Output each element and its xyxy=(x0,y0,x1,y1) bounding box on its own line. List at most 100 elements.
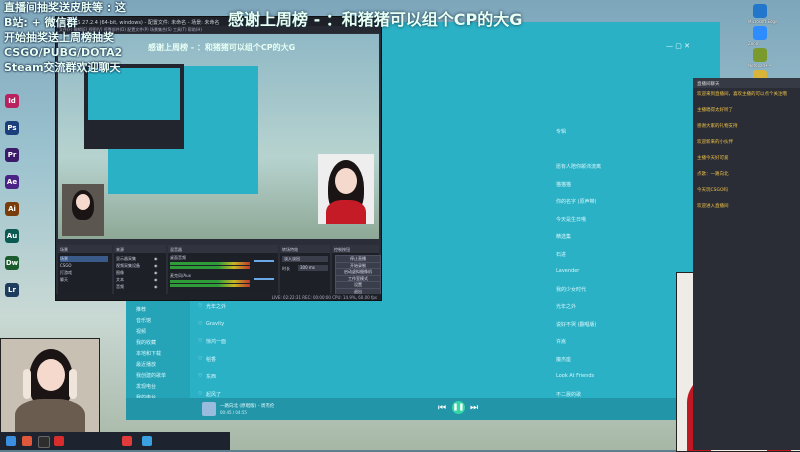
taskbar-app-icon[interactable] xyxy=(22,436,32,446)
play-pause-button[interactable]: ❚❚ xyxy=(452,401,465,414)
source-item[interactable]: 显示器采集 xyxy=(116,256,136,262)
source-item[interactable]: 音频 xyxy=(116,284,124,290)
mixer-dock-header: 混音器 xyxy=(168,245,278,253)
mic-volume-slider[interactable] xyxy=(254,278,274,280)
mixer-title: 混音器 xyxy=(170,247,182,252)
controls-dock: 控制按钮 停止直播 开始录制 启动虚拟摄像机 工作室模式 设置 退出 xyxy=(332,245,381,296)
song-row[interactable]: 稻香 魔杰座 ♡ xyxy=(198,350,706,369)
window-controls[interactable]: — ▢ ✕ xyxy=(666,42,690,50)
transitions-dock-header: 转场特效 xyxy=(280,245,330,253)
dreamweaver-icon[interactable]: Dw xyxy=(5,256,19,270)
edge-icon[interactable] xyxy=(753,4,767,18)
prev-track-icon[interactable]: ⏮ xyxy=(438,403,446,413)
scene-item[interactable]: CSGO xyxy=(60,263,72,268)
taskbar xyxy=(0,432,230,450)
heart-icon[interactable]: ♡ xyxy=(198,356,202,362)
chat-message: 点歌：一路向北 xyxy=(697,172,729,177)
song-row[interactable]: Gravity 说好不哭 (翻唱版) ♡ xyxy=(198,315,706,334)
source-item[interactable]: 文本 xyxy=(116,277,124,283)
song-row[interactable]: 惊鸿一面 许嵩 ♡ xyxy=(198,332,706,351)
audition-icon[interactable]: Au xyxy=(5,229,19,243)
illustrator-icon[interactable]: Ai xyxy=(5,202,19,216)
notepad-icon[interactable] xyxy=(753,48,767,62)
adobe-express-icon[interactable]: Ae xyxy=(5,175,19,189)
sidebar-item-1[interactable]: 音乐馆 xyxy=(136,317,151,324)
scene-item[interactable]: 聊天 xyxy=(60,277,68,283)
sidebar-item-5[interactable]: 最近播放 xyxy=(136,361,156,368)
song-album: 魔杰座 xyxy=(556,356,572,363)
sidebar-item-6[interactable]: 我创建的歌单 xyxy=(136,372,166,379)
heart-icon[interactable]: ♡ xyxy=(198,321,202,327)
eye-icon[interactable]: ◉ xyxy=(154,263,158,268)
song-album: Lavender xyxy=(556,268,580,274)
song-album: 猫猫猫 xyxy=(556,181,572,188)
sidebar-item-7[interactable]: 发现电台 xyxy=(136,383,156,390)
banner-text: 感谢上周榜 - ：和猪猪可以组个CP的大G xyxy=(228,10,523,29)
transition-duration-label: 时长 xyxy=(282,266,290,271)
audio-mixer-dock: 混音器 桌面音频 麦克风/Aux xyxy=(168,245,278,295)
eye-icon[interactable]: ◉ xyxy=(154,256,158,261)
song-album: 许嵩 xyxy=(556,339,567,345)
desktop-audio-meter-2 xyxy=(170,266,250,269)
chat-header: 直播间聊天 xyxy=(693,78,800,88)
source-item[interactable]: 视频采集设备 xyxy=(116,263,140,269)
song-album: 我的少女时代 xyxy=(556,286,587,293)
chat-message: 今天玩CSGO吗 xyxy=(697,188,729,193)
sidebar-item-3[interactable]: 我的收藏 xyxy=(136,339,156,346)
chat-message: 感谢大家的礼物支持 xyxy=(697,124,738,129)
song-album: 你的名字 (原声带) xyxy=(556,199,597,205)
sidebar-item-2[interactable]: 视频 xyxy=(136,328,146,335)
eye-icon[interactable]: ◉ xyxy=(154,284,158,289)
chat-panel[interactable]: 直播间聊天 欢迎来到直播间，喜欢主播的可以点个关注哦 主播唱得太好听了 感谢大家的礼… xyxy=(693,78,800,450)
stream-info-overlay: 直播间抽奖送皮肤等 : 这 B站: + 微信群 开始抽奖送上周榜抽奖 CSGO/PUB… xyxy=(4,0,126,75)
song-title: 光年之外 xyxy=(206,304,227,310)
heart-icon[interactable]: ♡ xyxy=(198,338,202,344)
song-title: 东西 xyxy=(206,374,217,380)
obs-statusbar: LIVE: 02:22:31 REC: 00:00:00 CPU: 14.9%,… xyxy=(56,294,381,300)
sources-dock-header: 来源 xyxy=(114,245,166,253)
scenes-title: 场景 xyxy=(60,247,68,252)
preview-banner-text: 感谢上周榜 - ：和猪猪可以组个CP的大G xyxy=(148,43,296,52)
netease-taskbar-icon[interactable] xyxy=(122,436,132,446)
heart-icon[interactable]: ♡ xyxy=(198,391,202,397)
song-album: 不二晨的歌 xyxy=(556,391,582,398)
next-track-icon[interactable]: ⏭ xyxy=(470,403,478,413)
song-album: 愿有人陪你颠沛流离 xyxy=(556,164,602,170)
sidebar-item-0[interactable]: 推荐 xyxy=(136,306,146,313)
eye-icon[interactable]: ◉ xyxy=(154,270,158,275)
music-taskbar-icon[interactable] xyxy=(54,436,64,446)
song-album: 专辑 xyxy=(556,129,567,135)
chat-message: 主播今天好可爱 xyxy=(697,156,729,161)
transition-select[interactable]: 淡入淡出 xyxy=(282,256,328,262)
photoshop-icon[interactable]: Ps xyxy=(5,121,19,135)
preview-webcam xyxy=(318,154,374,224)
premiere-icon[interactable]: Pr xyxy=(5,148,19,162)
source-item[interactable]: 图像 xyxy=(116,270,124,276)
song-row[interactable]: 东西 Look At Friends ♡ xyxy=(198,367,706,386)
lightroom-icon[interactable]: Lr xyxy=(5,283,19,297)
eye-icon[interactable]: ◉ xyxy=(154,277,158,282)
qq-taskbar-icon[interactable] xyxy=(142,436,152,446)
preview-nested-obs xyxy=(84,64,184,149)
heart-icon[interactable]: ♡ xyxy=(198,373,202,379)
webcam-left xyxy=(0,338,100,438)
zoom-icon[interactable] xyxy=(753,26,767,40)
sources-dock: 来源 显示器采集 ◉ 视频采集设备 ◉ 图像 ◉ 文本 ◉ 音频 ◉ xyxy=(114,245,166,295)
scene-item[interactable]: 打游戏 xyxy=(60,270,72,276)
obs-taskbar-icon[interactable] xyxy=(38,436,50,448)
windows-start-icon[interactable] xyxy=(6,436,16,446)
overlay-line-3: CSGO/PUBG/DOTA2 xyxy=(4,46,123,59)
desktop-icon-label-0: Microsoft Edge xyxy=(748,19,778,24)
controls-dock-header: 控制按钮 xyxy=(332,245,379,253)
song-album: Look At Friends xyxy=(556,373,595,379)
song-title: 惊鸿一面 xyxy=(206,339,227,345)
indesign-icon[interactable]: Id xyxy=(5,94,19,108)
heart-icon[interactable]: ♡ xyxy=(198,303,202,309)
mixer-channel-mic: 麦克风/Aux xyxy=(170,273,191,278)
desktop-volume-slider[interactable] xyxy=(254,260,274,262)
scene-item[interactable]: 场景 xyxy=(60,256,108,262)
song-album: 光年之外 xyxy=(556,304,577,310)
transition-duration-input[interactable]: 300 ms xyxy=(298,265,328,271)
sidebar-item-4[interactable]: 本地和下载 xyxy=(136,350,161,357)
album-art-thumb[interactable] xyxy=(202,402,216,416)
